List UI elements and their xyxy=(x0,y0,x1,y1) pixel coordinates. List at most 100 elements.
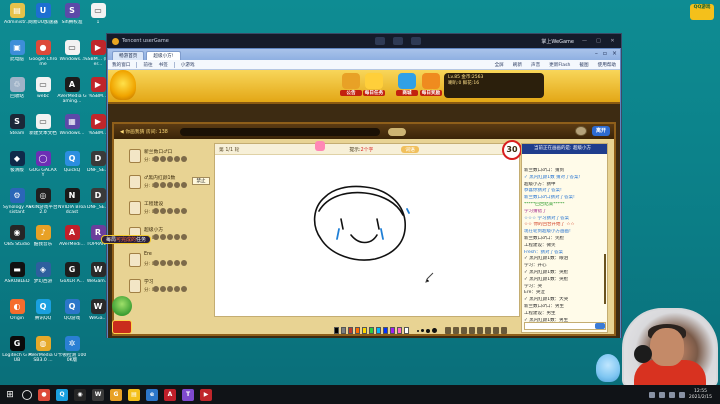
add-friend-icon[interactable] xyxy=(160,260,166,266)
flower-icon[interactable] xyxy=(153,286,159,292)
color-swatch[interactable] xyxy=(334,327,339,334)
obs-taskbar-icon[interactable]: ◉ xyxy=(74,388,86,401)
toolbar-bookmarks[interactable]: 书签 xyxy=(159,62,168,68)
search-icon[interactable] xyxy=(22,389,32,400)
toolbar-action[interactable]: 使用帮助 xyxy=(598,62,616,68)
browser-tab-home[interactable]: 畅游首页 xyxy=(112,51,145,60)
close-button[interactable]: ✕ xyxy=(609,38,616,44)
desktop-shortcut[interactable]: U 网易UU加速器 xyxy=(28,3,58,25)
add-friend-icon[interactable] xyxy=(160,234,166,240)
report-icon[interactable] xyxy=(174,156,180,162)
minimize-button[interactable]: — xyxy=(581,38,588,44)
volume-icon[interactable] xyxy=(668,391,675,398)
flower-icon[interactable] xyxy=(153,208,159,214)
flower-icon[interactable] xyxy=(153,234,159,240)
desktop-shortcut[interactable]: ✲ 卡顿检测 1000K版 xyxy=(57,336,87,363)
desktop-shortcut[interactable]: ▭ webc xyxy=(28,77,58,99)
toolbar-go[interactable]: 前往 xyxy=(143,62,152,68)
player-menu-tooltip[interactable]: 禁止 xyxy=(192,177,210,185)
flower-icon[interactable] xyxy=(153,182,159,188)
color-swatch[interactable] xyxy=(376,327,381,334)
flower-icon[interactable] xyxy=(153,156,159,162)
browser-close-icon[interactable]: × xyxy=(612,50,617,57)
color-swatch[interactable] xyxy=(390,327,395,334)
browser-maximize-icon[interactable]: ▫ xyxy=(603,50,607,57)
chat-input[interactable] xyxy=(524,322,606,330)
avatar-icon[interactable] xyxy=(575,126,587,136)
tray-icon[interactable] xyxy=(658,391,665,398)
home-icon[interactable] xyxy=(375,37,386,45)
gift-icon[interactable] xyxy=(112,320,132,334)
kick-icon[interactable] xyxy=(167,286,173,292)
clear-icon[interactable] xyxy=(493,327,499,334)
add-friend-icon[interactable] xyxy=(160,208,166,214)
wegame-taskbar-icon[interactable]: W xyxy=(92,388,104,401)
toolbar-action[interactable]: 截图 xyxy=(579,62,588,68)
desktop-shortcut[interactable]: ▭ 1 xyxy=(83,3,113,25)
toolbar-action[interactable]: 刷新 xyxy=(513,62,522,68)
player-slot[interactable]: 工程建设 分: 0 xyxy=(129,199,209,223)
desktop-shortcut[interactable]: ● Google Chrome xyxy=(28,40,58,67)
game-top-button[interactable]: 商城 xyxy=(396,73,418,101)
game-top-button[interactable]: 每日任务 xyxy=(363,73,385,101)
report-icon[interactable] xyxy=(174,182,180,188)
desktop-shortcut[interactable]: ♪ 酷我音乐 xyxy=(28,225,58,247)
player-slot[interactable]: 学习 分: 0 xyxy=(129,277,209,301)
brush-size-dot[interactable] xyxy=(417,329,419,332)
desktop-shortcut[interactable]: ◈ 梦幻西游 xyxy=(28,262,58,284)
game-taskbar-icon[interactable]: G xyxy=(110,388,122,401)
toolbar-action[interactable]: 声音 xyxy=(531,62,540,68)
pet-mascot-icon[interactable] xyxy=(596,354,620,382)
add-friend-icon[interactable] xyxy=(160,156,166,162)
kick-icon[interactable] xyxy=(167,234,173,240)
drawing-canvas[interactable] xyxy=(215,155,521,317)
eraser-icon[interactable] xyxy=(445,327,451,334)
network-icon[interactable] xyxy=(678,391,685,398)
kick-icon[interactable] xyxy=(167,182,173,188)
toolbar-mini-games[interactable]: 小游戏 xyxy=(181,62,195,68)
flower-icon[interactable] xyxy=(153,260,159,266)
maximize-button[interactable]: □ xyxy=(595,38,602,44)
brush-size-dot[interactable] xyxy=(432,328,437,333)
kick-icon[interactable] xyxy=(167,156,173,162)
chat-scrollbar[interactable] xyxy=(604,254,606,304)
color-swatch[interactable] xyxy=(362,327,367,334)
kick-icon[interactable] xyxy=(167,260,173,266)
desktop-shortcut[interactable]: ◍ AVerMedia USB3.0 ... xyxy=(28,336,58,363)
store-icon[interactable] xyxy=(393,37,404,45)
gift-icon[interactable] xyxy=(181,286,187,292)
redo-icon[interactable] xyxy=(469,327,475,334)
pen-icon[interactable] xyxy=(477,327,483,334)
chrome-taskbar-icon[interactable]: ● xyxy=(38,388,50,401)
capture-taskbar-icon[interactable]: ▶ xyxy=(200,388,212,401)
tencent-taskbar-icon[interactable]: T xyxy=(182,388,194,401)
game-top-button[interactable]: 每日奖励 xyxy=(420,73,442,101)
brush-size-dot[interactable] xyxy=(426,328,430,333)
library-icon[interactable] xyxy=(411,37,422,45)
brush-size-dot[interactable] xyxy=(421,329,424,332)
browser-tab-game[interactable]: 超级小方! xyxy=(146,51,181,60)
desktop-shortcut[interactable]: Q 腾讯QQ xyxy=(28,299,58,321)
desktop-shortcut[interactable]: ▭ 新建文本文档 xyxy=(28,114,58,136)
toolbar-action[interactable]: 更新Flash xyxy=(549,62,570,68)
fill-icon[interactable] xyxy=(453,327,459,334)
gift-icon[interactable] xyxy=(181,182,187,188)
tray-icon[interactable] xyxy=(648,391,655,398)
gift-icon[interactable] xyxy=(181,156,187,162)
desktop-shortcut[interactable]: ◎ SKIN游戏平台 2.0 xyxy=(28,188,58,215)
color-swatch[interactable] xyxy=(348,327,353,334)
report-icon[interactable] xyxy=(174,286,180,292)
qq-taskbar-icon[interactable]: Q xyxy=(56,388,68,401)
undo-icon[interactable] xyxy=(461,327,467,334)
toolbar-my-window[interactable]: 我的窗口 xyxy=(112,62,130,68)
report-icon[interactable] xyxy=(174,208,180,214)
color-swatch[interactable] xyxy=(341,327,346,334)
start-button[interactable]: ⊞ xyxy=(4,390,16,400)
folder-taskbar-icon[interactable]: ▤ xyxy=(128,388,140,401)
add-friend-icon[interactable] xyxy=(160,182,166,188)
player-slot[interactable]: Ere 分: 0 xyxy=(129,251,209,275)
kick-icon[interactable] xyxy=(167,208,173,214)
horn-icon[interactable] xyxy=(387,127,406,136)
color-swatch[interactable] xyxy=(383,327,388,334)
line-icon[interactable] xyxy=(485,327,491,334)
